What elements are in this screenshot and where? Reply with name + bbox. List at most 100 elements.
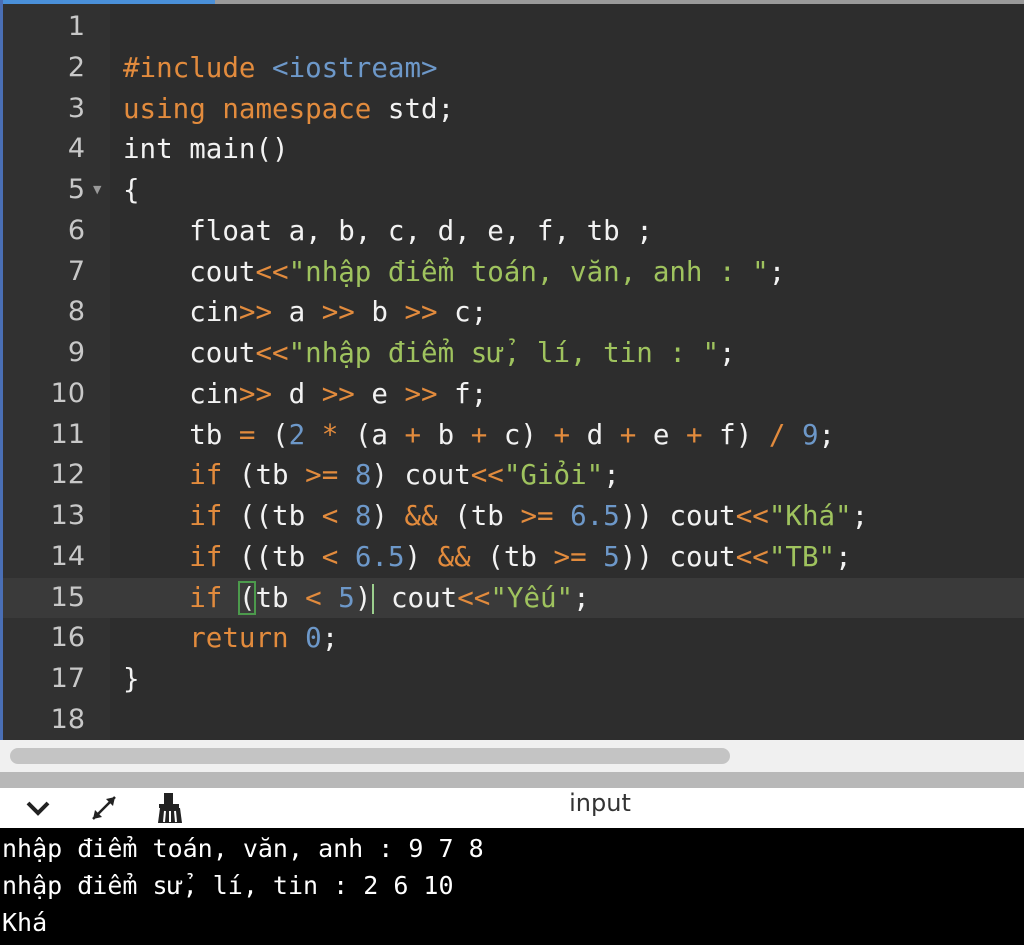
code-line[interactable]: 7 cout<<"nhập điểm toán, văn, anh : "; (3, 252, 1024, 293)
code-token: = (238, 418, 256, 451)
code-token: >= (520, 500, 554, 532)
code-line[interactable]: 2 #include <iostream> (3, 48, 1024, 89)
code-line[interactable]: 14 if ((tb < 6.5) && (tb >= 5)) cout<<"T… (3, 537, 1024, 578)
code-line[interactable]: 12 if (tb >= 8) cout<<"Giỏi"; (3, 455, 1024, 496)
line-number: 17 (50, 663, 85, 694)
code-token: ) (354, 581, 372, 614)
code-line[interactable]: 1 (3, 7, 1024, 48)
code-token: << (457, 581, 491, 614)
code-text: if ((tb < 6.5) && (tb >= 5)) cout<<"TB"; (123, 537, 851, 578)
line-number: 16 (50, 622, 85, 654)
code-token: + (553, 418, 571, 451)
code-token: (tb (222, 459, 306, 492)
line-number: 14 (50, 540, 85, 572)
console-output[interactable]: nhập điểm toán, văn, anh : 9 7 8 nhập đi… (0, 828, 1024, 945)
code-token: ((tb (222, 500, 322, 532)
code-line[interactable]: 15 if (tb < 5) cout<<"Yếu"; (3, 577, 1024, 619)
code-token: / (768, 418, 786, 451)
code-line[interactable]: 18 (3, 700, 1024, 740)
code-token: >> (404, 296, 438, 329)
code-editor[interactable]: 1 2 #include <iostream> 3 using namespace st… (3, 4, 1024, 740)
code-text: float a, b, c, d, e, f, tb ; (123, 211, 653, 252)
code-token: < (321, 500, 339, 532)
code-line[interactable]: 11 tb = (2 * (a + b + c) + d + e + f) / … (3, 415, 1024, 456)
code-token: cout (374, 581, 458, 614)
code-line[interactable]: 16 return 0; (3, 618, 1024, 659)
code-token: ; (851, 500, 869, 532)
code-line[interactable]: 9 cout<<"nhập điểm sử, lí, tin : "; (3, 333, 1024, 374)
code-token: << (470, 459, 504, 492)
code-token: ((tb (222, 540, 322, 573)
line-number: 9 (67, 337, 85, 368)
code-token: d (272, 377, 322, 410)
code-token: << (255, 337, 289, 369)
line-number: 3 (67, 92, 85, 124)
code-token: && (437, 540, 471, 573)
code-line[interactable]: 5 ▼ { (3, 170, 1024, 211)
code-token: return (189, 622, 289, 655)
code-token: ; (321, 622, 339, 655)
code-line[interactable]: 6 float a, b, c, d, e, f, tb ; (3, 211, 1024, 252)
code-text: using namespace std; (123, 89, 454, 130)
code-token: if (189, 540, 223, 573)
console-line: nhập điểm sử, lí, tin : 2 6 10 (2, 871, 454, 900)
code-line[interactable]: 10 cin>> d >> e >> f; (3, 374, 1024, 415)
code-line[interactable]: 17} (3, 659, 1024, 700)
code-token: "TB" (768, 540, 836, 573)
code-token: ) cout (371, 459, 471, 492)
code-token: 5 (338, 581, 355, 614)
code-token: << (735, 500, 769, 532)
code-token: ( (255, 418, 289, 451)
scrollbar-thumb[interactable] (10, 748, 730, 764)
code-text: #include <iostream> (123, 48, 438, 89)
line-number: 12 (50, 459, 85, 491)
code-token: tb (255, 581, 306, 614)
panel-resize-handle[interactable] (0, 772, 1024, 788)
code-token: 6.5 (354, 540, 405, 573)
code-token: cin (123, 377, 239, 410)
code-token: << (735, 540, 769, 573)
code-token: if (189, 500, 223, 532)
fold-arrow-icon[interactable]: ▼ (93, 170, 101, 211)
code-token: <iostream> (272, 51, 438, 84)
code-text: if (tb < 5) cout<<"Yếu"; (123, 578, 590, 619)
code-token: ; (573, 581, 590, 614)
code-text: cout<<"nhập điểm sử, lí, tin : "; (123, 333, 735, 374)
code-line[interactable]: 3 using namespace std; (3, 89, 1024, 130)
code-token: "nhập điểm sử, lí, tin : " (288, 337, 720, 369)
code-token: >> (238, 377, 273, 410)
code-line[interactable]: 13 if ((tb < 8) && (tb >= 6.5)) cout<<"K… (3, 496, 1024, 537)
line-number: 4 (67, 133, 85, 165)
line-number: 5 (67, 174, 85, 205)
code-token: "Khá" (768, 500, 852, 532)
code-token: } (123, 663, 140, 695)
code-token: + (619, 418, 637, 451)
line-number: 1 (67, 11, 85, 42)
code-text: tb = (2 * (a + b + c) + d + e + f) / 9; (123, 415, 835, 456)
code-token: float a, b, c, d, e, f, tb ; (123, 214, 653, 247)
code-token: 2 (288, 418, 306, 451)
code-line[interactable]: 4 int main() (3, 129, 1024, 170)
code-token: 6.5 (570, 500, 620, 532)
code-token: >> (404, 377, 438, 410)
code-text: int main() (123, 129, 289, 170)
code-token: < (305, 581, 322, 614)
code-line[interactable]: 8 cin>> a >> b >> c; (3, 292, 1024, 333)
code-token: if (189, 459, 223, 492)
code-token: (a (338, 418, 405, 451)
code-token: ; (603, 459, 620, 492)
code-token: )) cout (619, 500, 736, 532)
horizontal-scrollbar[interactable] (0, 740, 1024, 772)
code-token: < (321, 540, 339, 573)
code-token: using namespace (123, 92, 388, 125)
